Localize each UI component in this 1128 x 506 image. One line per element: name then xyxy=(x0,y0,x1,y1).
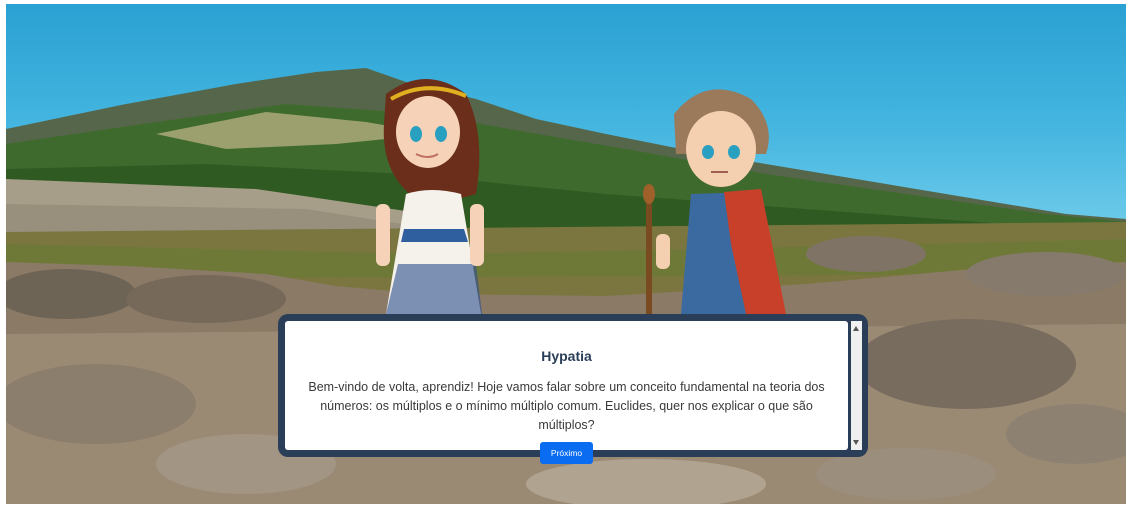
dialog-box: Hypatia Bem-vindo de volta, aprendiz! Ho… xyxy=(278,314,868,464)
dialog-text: Bem-vindo de volta, aprendiz! Hoje vamos… xyxy=(308,380,825,432)
speaker-name: Hypatia xyxy=(541,348,592,364)
scroll-up-arrow-icon[interactable] xyxy=(853,326,859,331)
next-button[interactable]: Próximo xyxy=(539,442,594,464)
dialog-scrollbar[interactable] xyxy=(851,321,862,450)
scroll-down-arrow-icon[interactable] xyxy=(853,440,859,445)
dialog-content: Hypatia Bem-vindo de volta, aprendiz! Ho… xyxy=(285,321,848,464)
